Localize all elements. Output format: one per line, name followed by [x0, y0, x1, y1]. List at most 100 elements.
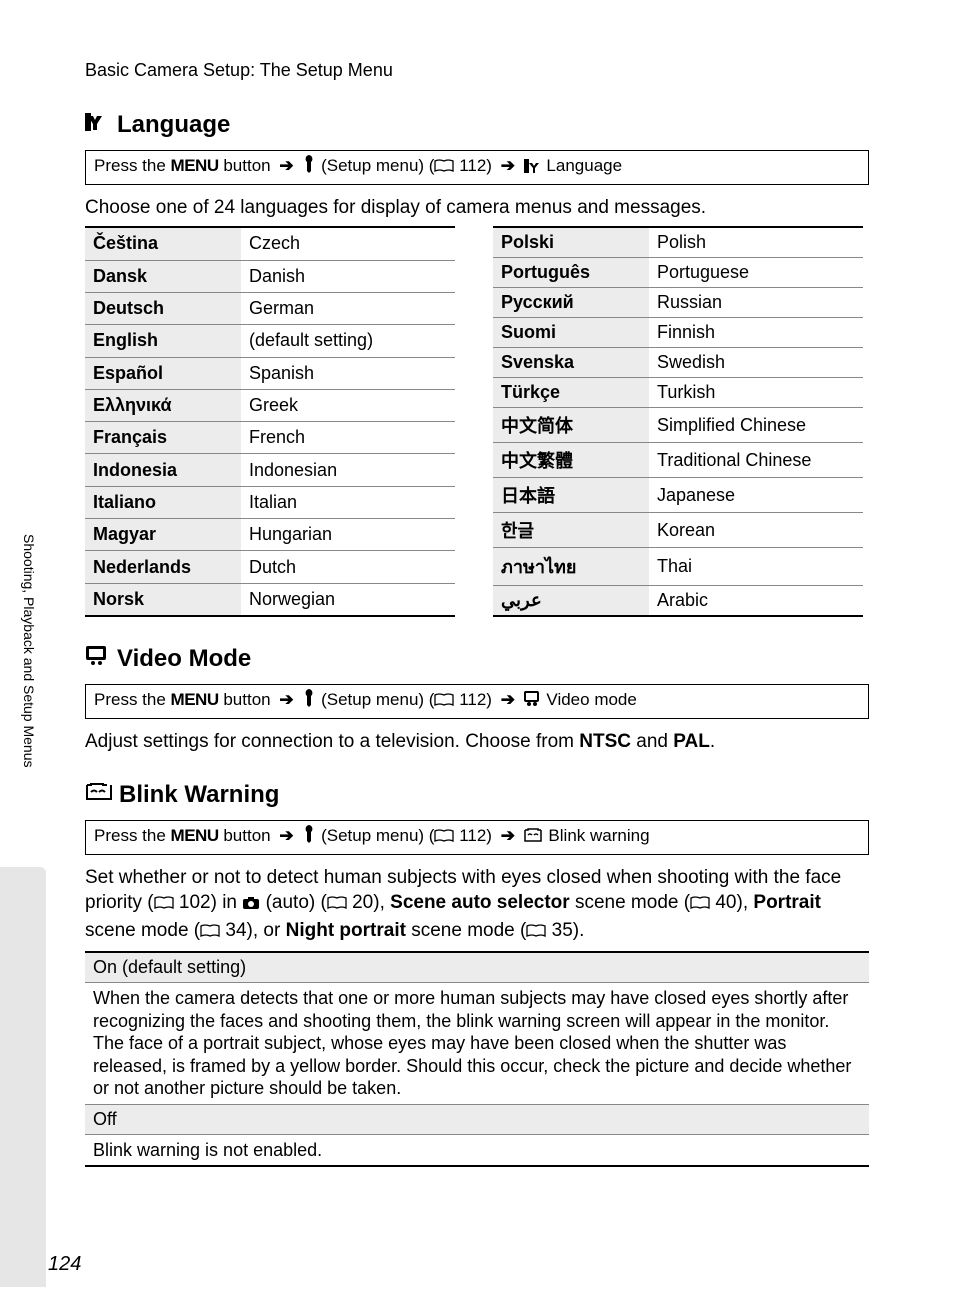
video-icon: [85, 645, 111, 674]
blink-bold: Scene auto selector: [390, 892, 570, 913]
video-ntsc: NTSC: [579, 731, 631, 752]
path-after-button: button: [219, 156, 271, 175]
ref: 102: [179, 892, 211, 913]
book-icon: [327, 892, 347, 918]
language-heading: Language: [85, 111, 869, 140]
page-number: 124: [48, 1253, 81, 1276]
language-description: Choose one of 24 languages for display o…: [85, 195, 869, 221]
blink-text: (auto) (: [260, 892, 327, 913]
language-title-text: Language: [117, 111, 230, 138]
video-desc-pre: Adjust settings for connection to a tele…: [85, 731, 579, 752]
blink-options-table: On (default setting) When the camera det…: [85, 951, 869, 1167]
lang-english: Czech: [241, 227, 455, 260]
lang-native: 中文简体: [493, 408, 649, 443]
blink-tail-icon: [524, 827, 544, 850]
lang-english: Portuguese: [649, 258, 863, 288]
path-prefix: Press the: [94, 826, 171, 845]
language-tables: ČeštinaCzechDanskDanishDeutschGermanEngl…: [85, 226, 869, 617]
lang-english: Korean: [649, 513, 863, 548]
lang-native: Ελληνικά: [85, 389, 241, 421]
lang-native: Čeština: [85, 227, 241, 260]
lang-native: Türkçe: [493, 378, 649, 408]
lang-english: Russian: [649, 288, 863, 318]
page-ref: 112: [459, 156, 486, 175]
blink-path: Press the MENU button ➔ (Setup menu) ( 1…: [85, 820, 869, 855]
lang-english: Traditional Chinese: [649, 443, 863, 478]
lang-english: Japanese: [649, 478, 863, 513]
page-ref: 112: [459, 690, 486, 709]
video-path: Press the MENU button ➔ (Setup menu) ( 1…: [85, 684, 869, 719]
blink-bold: Night portrait: [286, 920, 406, 941]
language-path: Press the MENU button ➔ (Setup menu) ( 1…: [85, 150, 869, 185]
arrow-icon: ➔: [279, 690, 293, 709]
setup-label: (Setup menu) (: [321, 690, 434, 709]
wrench-icon: [302, 689, 316, 714]
lang-english: Finnish: [649, 318, 863, 348]
blink-bold: Portrait: [753, 892, 821, 913]
lang-english: Greek: [241, 389, 455, 421]
video-description: Adjust settings for connection to a tele…: [85, 729, 869, 755]
blink-text: scene mode (: [570, 892, 690, 913]
lang-english: Swedish: [649, 348, 863, 378]
lang-native: Nederlands: [85, 551, 241, 583]
wrench-icon: [302, 155, 316, 180]
after-ref: ): [486, 826, 492, 845]
lang-native: Русский: [493, 288, 649, 318]
lang-native: Deutsch: [85, 292, 241, 324]
lang-native: Norsk: [85, 583, 241, 616]
path-after-button: button: [219, 826, 271, 845]
arrow-icon: ➔: [279, 826, 293, 845]
lang-english: Simplified Chinese: [649, 408, 863, 443]
ref: 20: [352, 892, 373, 913]
arrow-icon: ➔: [501, 156, 515, 175]
lang-english: Thai: [649, 548, 863, 586]
lang-english: Turkish: [649, 378, 863, 408]
lang-native: عربي: [493, 586, 649, 617]
menu-button-label: MENU: [171, 690, 219, 709]
lang-native: 한글: [493, 513, 649, 548]
lang-english: Dutch: [241, 551, 455, 583]
menu-button-label: MENU: [171, 156, 219, 175]
blink-text: ),: [373, 892, 390, 913]
language-icon: [85, 112, 111, 140]
blink-description: Set whether or not to detect human subje…: [85, 865, 869, 946]
wrench-icon: [302, 825, 316, 850]
arrow-icon: ➔: [501, 690, 515, 709]
setup-label: (Setup menu) (: [321, 156, 434, 175]
lang-native: ภาษาไทย: [493, 548, 649, 586]
blink-text: ).: [573, 920, 585, 941]
lang-english: Hungarian: [241, 519, 455, 551]
lang-english: (default setting): [241, 325, 455, 357]
after-ref: ): [486, 156, 492, 175]
book-icon: [434, 157, 454, 180]
camera-icon: [242, 892, 260, 918]
lang-english: French: [241, 422, 455, 454]
blink-off-desc: Blink warning is not enabled.: [85, 1134, 869, 1166]
lang-native: Italiano: [85, 486, 241, 518]
blink-on-label: On (default setting): [85, 952, 869, 983]
lang-native: Magyar: [85, 519, 241, 551]
ref: 34: [225, 920, 246, 941]
book-icon: [690, 892, 710, 918]
language-table-left: ČeštinaCzechDanskDanishDeutschGermanEngl…: [85, 226, 455, 617]
lang-english: Danish: [241, 260, 455, 292]
video-pal: PAL: [673, 731, 710, 752]
lang-english: Indonesian: [241, 454, 455, 486]
lang-native: English: [85, 325, 241, 357]
blink-off-label: Off: [85, 1104, 869, 1134]
ref: 35: [552, 920, 573, 941]
arrow-icon: ➔: [279, 156, 293, 175]
blink-heading: Blink Warning: [85, 781, 869, 810]
ref: 40: [715, 892, 736, 913]
path-after-button: button: [219, 690, 271, 709]
lang-native: Français: [85, 422, 241, 454]
page-ref: 112: [459, 826, 486, 845]
lang-native: 日本語: [493, 478, 649, 513]
lang-english: Spanish: [241, 357, 455, 389]
video-path-tail: Video mode: [546, 690, 636, 709]
lang-english: German: [241, 292, 455, 324]
book-icon: [154, 892, 174, 918]
arrow-icon: ➔: [501, 826, 515, 845]
language-tail-icon: [524, 157, 542, 180]
blink-title-text: Blink Warning: [119, 781, 279, 808]
